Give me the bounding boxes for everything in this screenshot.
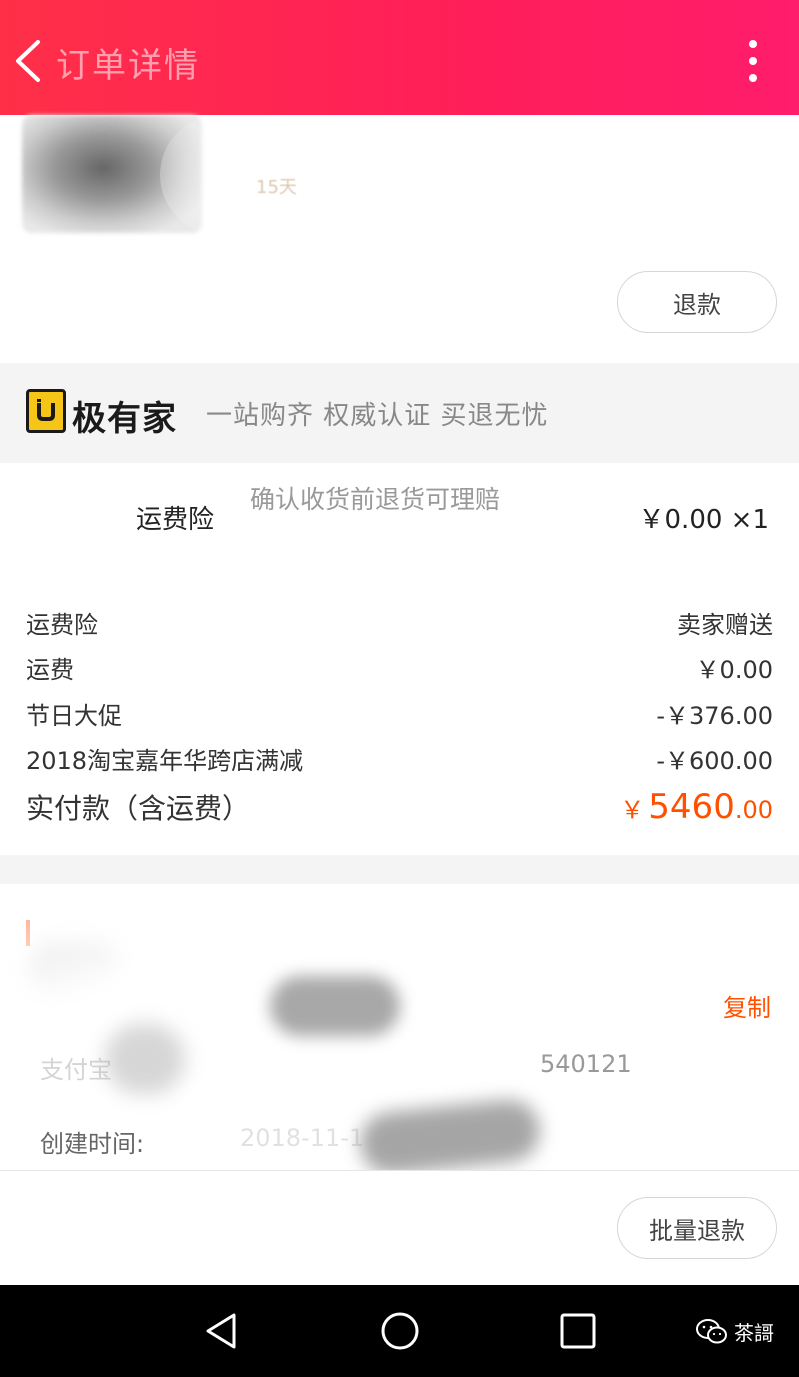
summary-row-value: 卖家赠送 — [677, 611, 773, 639]
brand-logo-icon — [37, 399, 55, 421]
nav-back-icon — [206, 1313, 236, 1349]
redaction-smudge — [357, 1096, 543, 1178]
product-faint-text: 15天 — [256, 177, 297, 198]
wechat-icon — [696, 1318, 727, 1343]
summary-row: 节日大促 -￥376.00 — [26, 696, 773, 731]
payment-number-value: 540121 — [540, 1050, 632, 1078]
total-row: 实付款（含运费） ￥ 5460 .00 — [26, 787, 773, 827]
watermark-text: 茶謌 — [734, 1321, 774, 1345]
insurance-description: 确认收货前退货可理赔 — [250, 485, 501, 514]
summary-row-value: -￥376.00 — [656, 702, 773, 730]
total-amount: ￥ 5460 .00 — [620, 787, 773, 827]
create-time-label: 创建时间: — [40, 1130, 145, 1158]
redaction-smudge — [105, 1024, 185, 1094]
order-info-card: 复制 支付宝 540121 创建时间: 2018-11-1 — [0, 884, 799, 1178]
bottom-action-bar: 批量退款 — [0, 1170, 799, 1285]
summary-row-label: 运费 — [26, 656, 74, 684]
brand-banner: 极有家 一站购齐 权威认证 买退无忧 — [0, 363, 799, 463]
create-time-value: 2018-11-1 — [240, 1124, 365, 1152]
payment-number-label: 支付宝 — [40, 1056, 112, 1084]
brand-logo — [26, 389, 66, 433]
more-options-button[interactable] — [743, 40, 763, 84]
copy-order-number-button[interactable]: 复制 — [723, 988, 771, 1023]
insurance-price: ￥0.00 ×1 — [638, 505, 769, 535]
more-vertical-icon — [749, 40, 757, 48]
chevron-left-icon — [16, 40, 40, 82]
brand-name: 极有家 — [72, 399, 177, 439]
summary-row-value: -￥600.00 — [656, 747, 773, 775]
summary-row-label: 2018淘宝嘉年华跨店满减 — [26, 747, 304, 775]
summary-row-value: ￥0.00 — [695, 656, 773, 684]
payment-summary-card: 运费险 确认收货前退货可理赔 ￥0.00 ×1 运费险 卖家赠送 运费 ￥0.0… — [0, 463, 799, 855]
nav-home-button[interactable] — [378, 1309, 422, 1353]
summary-row-label: 运费险 — [26, 611, 98, 639]
total-decimal: .00 — [734, 796, 773, 824]
system-navigation-bar: 茶謌 — [0, 1285, 799, 1377]
total-currency: ￥ — [620, 796, 645, 824]
watermark: 茶謌 — [696, 1317, 774, 1346]
total-integer: 5460 — [648, 787, 735, 827]
page-title: 订单详情 — [56, 46, 200, 86]
summary-row-label: 节日大促 — [26, 702, 122, 730]
more-dot — [749, 57, 757, 65]
top-app-bar: 订单详情 — [0, 0, 799, 115]
summary-row: 运费险 卖家赠送 — [26, 605, 773, 640]
brand-slogan: 一站购齐 权威认证 买退无忧 — [206, 401, 549, 431]
redaction-smudge — [270, 976, 400, 1036]
insurance-name: 运费险 — [136, 505, 215, 535]
nav-recent-icon — [560, 1313, 596, 1349]
summary-row: 运费 ￥0.00 — [26, 650, 773, 685]
summary-row: 2018淘宝嘉年华跨店满减 -￥600.00 — [26, 741, 773, 776]
nav-home-icon — [381, 1312, 419, 1350]
redaction-smudge — [160, 115, 540, 235]
batch-refund-button[interactable]: 批量退款 — [617, 1197, 777, 1259]
refund-button[interactable]: 退款 — [617, 271, 777, 333]
nav-back-button[interactable] — [200, 1309, 244, 1353]
more-dot — [749, 74, 757, 82]
product-card: 15天 退款 — [0, 115, 799, 363]
total-label: 实付款（含运费） — [26, 792, 251, 825]
back-button[interactable] — [6, 28, 56, 94]
nav-recent-button[interactable] — [556, 1309, 600, 1353]
